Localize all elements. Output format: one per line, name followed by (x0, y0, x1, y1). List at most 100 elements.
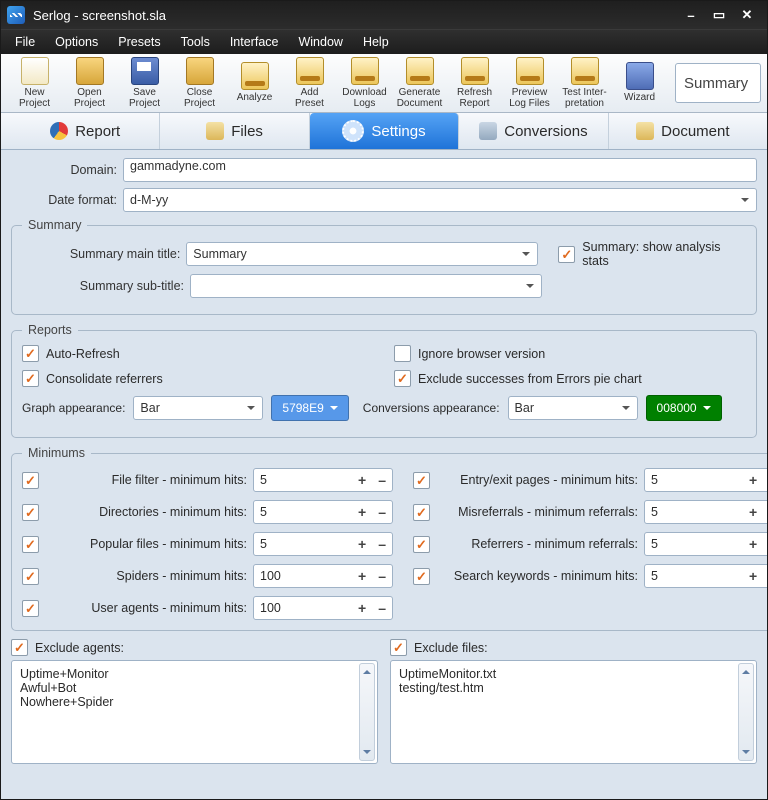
minimum-checkbox[interactable] (413, 536, 430, 553)
minimum-stepper[interactable]: 5+– (253, 532, 393, 556)
toolbar-add-preset[interactable]: Add Preset (282, 56, 337, 110)
auto-refresh-checkbox[interactable] (22, 345, 39, 362)
tab-settings[interactable]: Settings (310, 113, 459, 149)
minimum-checkbox[interactable] (22, 536, 39, 553)
minimum-label: User agents - minimum hits: (45, 601, 247, 615)
minimum-stepper[interactable]: 5+– (644, 500, 767, 524)
summary-main-select[interactable]: Summary (186, 242, 538, 266)
tab-report[interactable]: Report (11, 113, 160, 149)
minus-icon[interactable]: – (372, 472, 392, 488)
exclude-agents-textarea[interactable]: Uptime+Monitor Awful+Bot Nowhere+Spider (11, 660, 378, 764)
minimum-stepper[interactable]: 5+– (644, 564, 767, 588)
graph-appearance-select[interactable]: Bar (133, 396, 263, 420)
minimum-value: 5 (645, 505, 743, 519)
plus-icon[interactable]: + (743, 504, 763, 520)
minimum-checkbox[interactable] (22, 568, 39, 585)
toolbar-label: Save Project (129, 88, 160, 109)
minimum-stepper[interactable]: 5+– (644, 468, 767, 492)
minimum-checkbox[interactable] (22, 600, 39, 617)
minimum-checkbox[interactable] (413, 504, 430, 521)
toolbar-refresh-report[interactable]: Refresh Report (447, 56, 502, 110)
exclude-agents-checkbox[interactable] (11, 639, 28, 656)
date-format-select[interactable]: d-M-yy (123, 188, 757, 212)
plus-icon[interactable]: + (743, 568, 763, 584)
tab-document[interactable]: Document (609, 113, 757, 149)
minimum-row: Misreferrals - minimum referrals:5+– (413, 500, 767, 524)
minimum-stepper[interactable]: 5+– (253, 468, 393, 492)
toolbar-close-project[interactable]: Close Project (172, 56, 227, 110)
toolbar-summary-box[interactable]: Summary (675, 63, 761, 103)
minus-icon[interactable]: – (372, 504, 392, 520)
minus-icon[interactable]: – (763, 472, 767, 488)
menu-tools[interactable]: Tools (171, 30, 220, 54)
plus-icon[interactable]: + (743, 472, 763, 488)
summary-stats-checkbox[interactable] (558, 246, 575, 263)
minimum-row: Search keywords - minimum hits:5+– (413, 564, 767, 588)
consolidate-checkbox[interactable] (22, 370, 39, 387)
minimize-button[interactable]: – (677, 6, 705, 24)
toolbar-label: New Project (19, 88, 50, 109)
minus-icon[interactable]: – (372, 568, 392, 584)
minimum-stepper[interactable]: 100+– (253, 596, 393, 620)
scrollbar[interactable] (738, 663, 754, 761)
plus-icon[interactable]: + (352, 536, 372, 552)
plus-icon[interactable]: + (352, 600, 372, 616)
toolbar-preview-log-files[interactable]: Preview Log Files (502, 56, 557, 110)
minimum-value: 5 (254, 473, 352, 487)
menu-file[interactable]: File (5, 30, 45, 54)
plus-icon[interactable]: + (352, 472, 372, 488)
menu-window[interactable]: Window (288, 30, 352, 54)
minimum-value: 5 (254, 505, 352, 519)
maximize-button[interactable]: ▭ (705, 6, 733, 24)
minimum-stepper[interactable]: 5+– (644, 532, 767, 556)
close-button[interactable]: ✕ (733, 6, 761, 24)
conversions-color-button[interactable]: 008000 (646, 395, 722, 421)
toolbar-download-logs[interactable]: Download Logs (337, 56, 392, 110)
toolbar-generate-document[interactable]: Generate Document (392, 56, 447, 110)
minimum-stepper[interactable]: 100+– (253, 564, 393, 588)
plus-icon[interactable]: + (743, 536, 763, 552)
ignore-browser-checkbox[interactable] (394, 345, 411, 362)
tab-files[interactable]: Files (160, 113, 309, 149)
menubar: FileOptionsPresetsToolsInterfaceWindowHe… (1, 29, 767, 54)
minimums-legend: Minimums (22, 446, 91, 460)
toolbar-test-inter-pretation[interactable]: Test Inter- pretation (557, 56, 612, 110)
minus-icon[interactable]: – (372, 536, 392, 552)
exclude-files-label: Exclude files: (414, 641, 488, 655)
minimum-checkbox[interactable] (413, 472, 430, 489)
minimum-checkbox[interactable] (22, 504, 39, 521)
toolbar-wizard[interactable]: Wizard (612, 56, 667, 110)
domain-input[interactable]: gammadyne.com (123, 158, 757, 182)
scrollbar[interactable] (359, 663, 375, 761)
plus-icon[interactable]: + (352, 568, 372, 584)
minimum-checkbox[interactable] (22, 472, 39, 489)
exclude-success-checkbox[interactable] (394, 370, 411, 387)
menu-interface[interactable]: Interface (220, 30, 289, 54)
plus-icon[interactable]: + (352, 504, 372, 520)
minimum-checkbox[interactable] (413, 568, 430, 585)
tab-conversions[interactable]: Conversions (459, 113, 608, 149)
minimum-label: Popular files - minimum hits: (45, 537, 247, 551)
conversions-appearance-select[interactable]: Bar (508, 396, 638, 420)
toolbar-analyze[interactable]: Analyze (227, 56, 282, 110)
menu-help[interactable]: Help (353, 30, 399, 54)
exclude-files-checkbox[interactable] (390, 639, 407, 656)
minus-icon[interactable]: – (763, 504, 767, 520)
minus-icon[interactable]: – (372, 600, 392, 616)
exclude-files-textarea[interactable]: UptimeMonitor.txt testing/test.htm (390, 660, 757, 764)
toolbar-save-project[interactable]: Save Project (117, 56, 172, 110)
summary-sub-select[interactable] (190, 274, 542, 298)
menu-presets[interactable]: Presets (108, 30, 170, 54)
menu-options[interactable]: Options (45, 30, 108, 54)
toolbar-label: Refresh Report (457, 88, 492, 109)
minimum-stepper[interactable]: 5+– (253, 500, 393, 524)
gold-icon (296, 57, 324, 85)
toolbar-open-project[interactable]: Open Project (62, 56, 117, 110)
minimum-label: File filter - minimum hits: (45, 473, 247, 487)
scroll-icon (636, 122, 654, 140)
graph-color-button[interactable]: 5798E9 (271, 395, 348, 421)
minus-icon[interactable]: – (763, 568, 767, 584)
minimum-row: Referrers - minimum referrals:5+– (413, 532, 767, 556)
toolbar-new-project[interactable]: New Project (7, 56, 62, 110)
minus-icon[interactable]: – (763, 536, 767, 552)
